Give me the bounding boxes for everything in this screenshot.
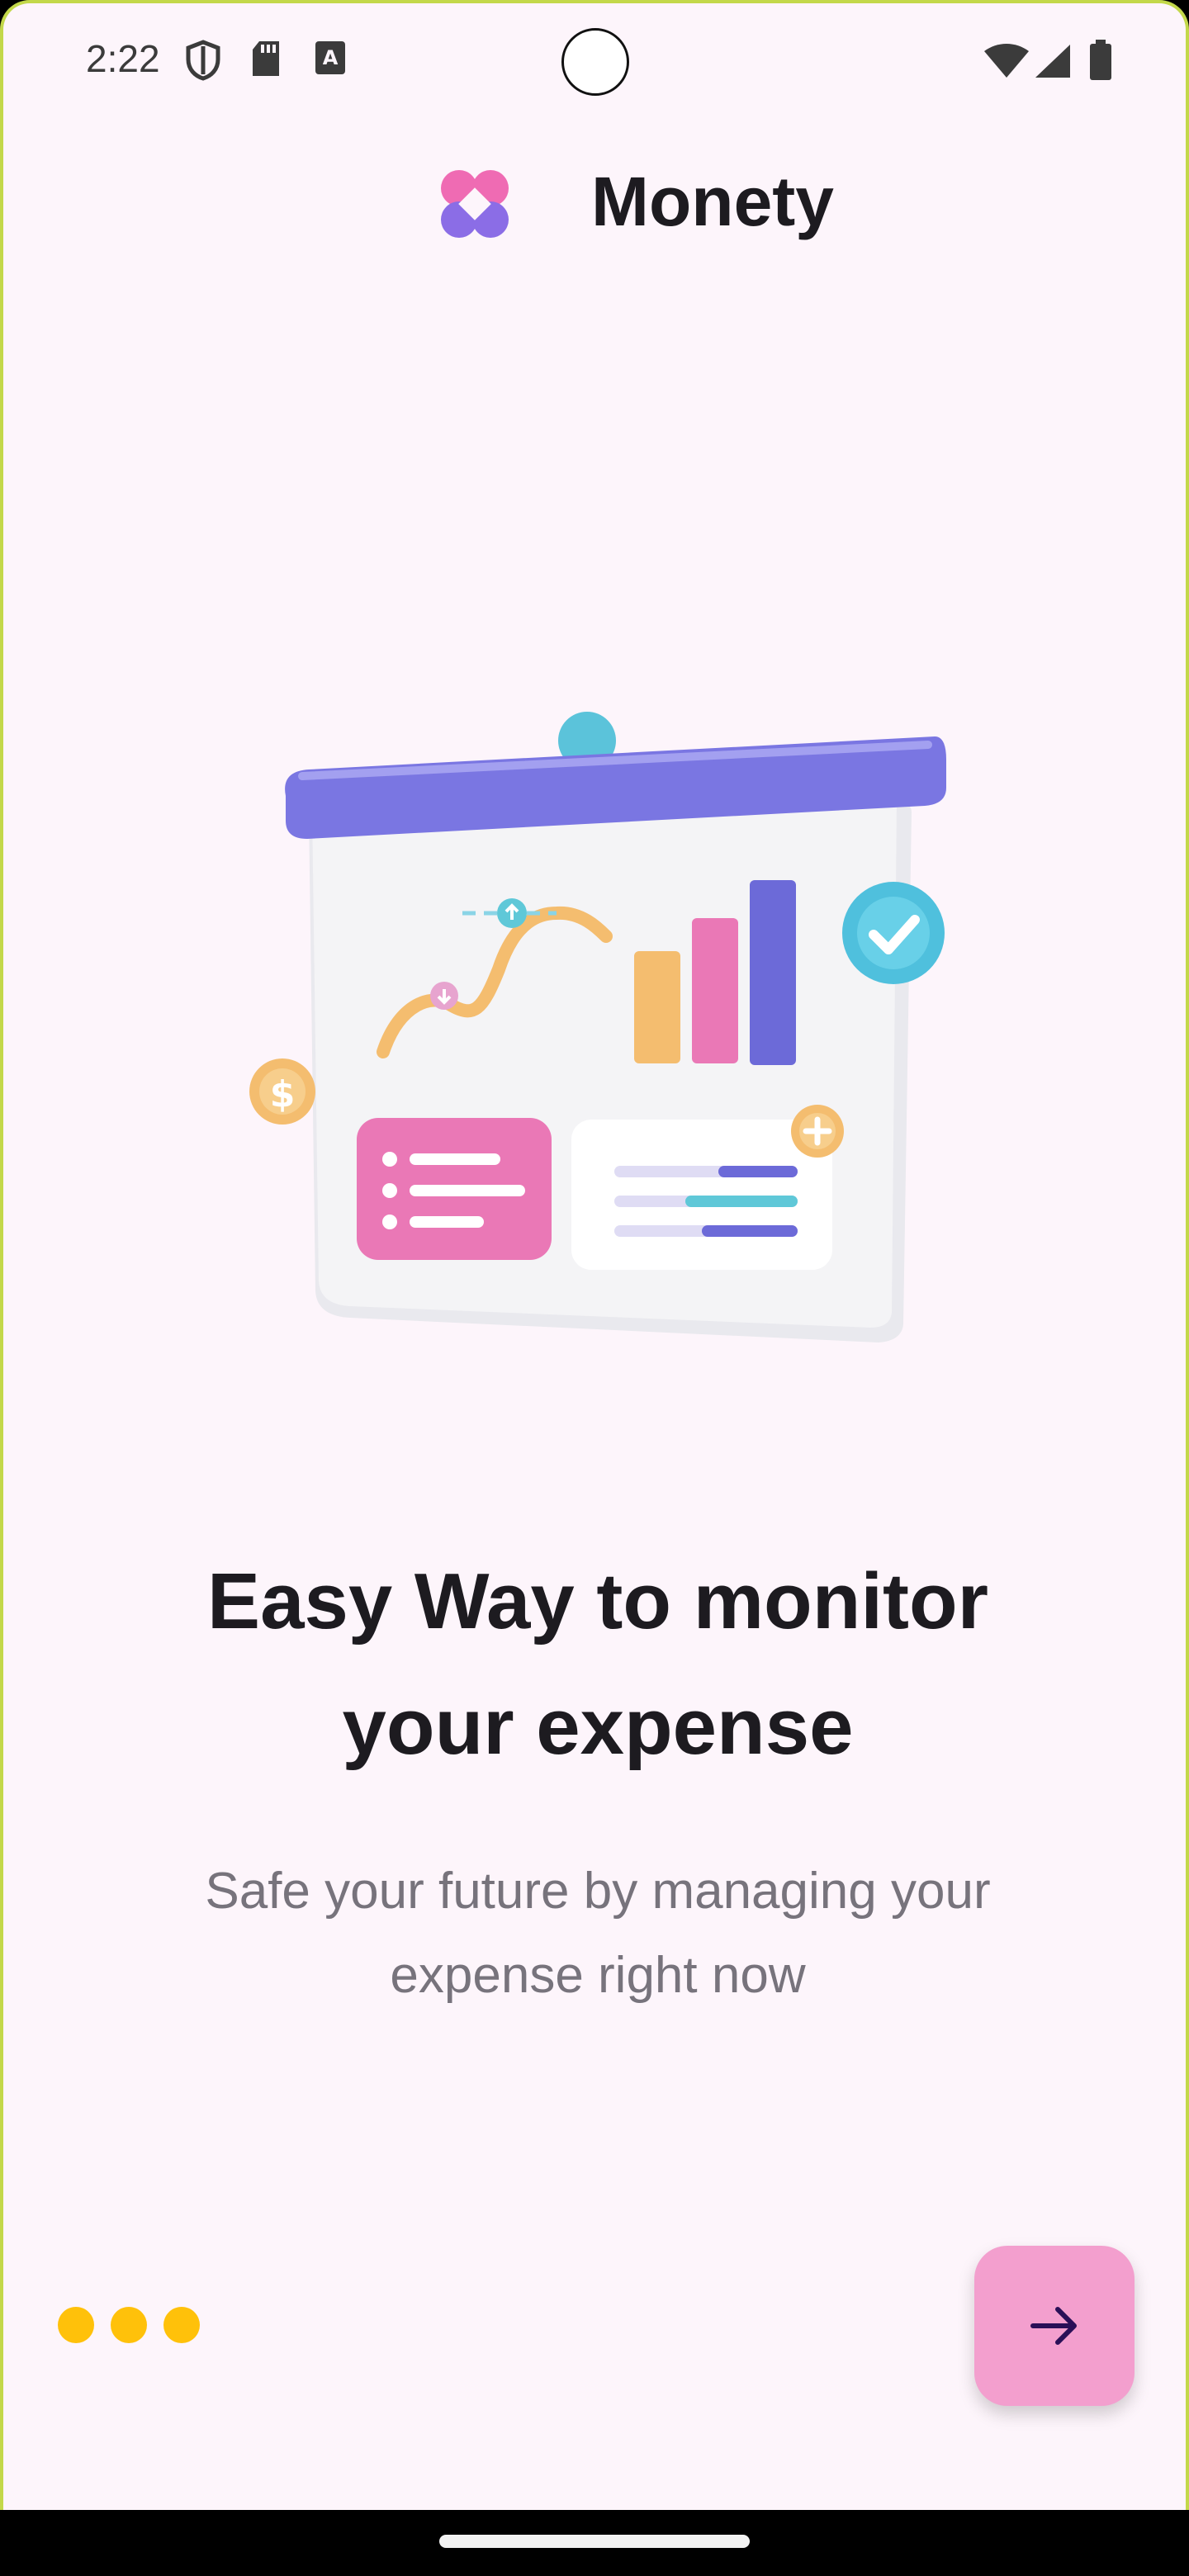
onboarding-screen: 2:22 A Monety $ Easy Way to monitor your… — [0, 0, 1189, 2510]
next-button[interactable] — [974, 2246, 1135, 2406]
headline-line-2: your expense — [342, 1683, 854, 1771]
subtitle-line-2: expense right now — [390, 1947, 806, 2004]
shield-icon — [186, 40, 220, 81]
svg-text:$: $ — [270, 1073, 296, 1115]
monety-logo-icon — [441, 170, 509, 238]
font-a-icon: A — [315, 41, 345, 74]
page-indicator — [58, 2307, 216, 2346]
camera-cutout — [561, 28, 629, 96]
home-indicator[interactable] — [439, 2535, 750, 2548]
navigation-bar — [0, 2510, 1189, 2576]
arrow-right-icon — [1030, 2307, 1077, 2345]
subtitle-line-1: Safe your future by managing your — [205, 1863, 991, 1920]
status-bar: 2:22 A — [3, 3, 1186, 119]
status-time: 2:22 — [86, 37, 160, 80]
wifi-icon — [984, 44, 1029, 78]
app-title: Monety — [591, 163, 834, 240]
sd-card-icon — [253, 41, 279, 76]
app-header: Monety — [3, 152, 1186, 251]
presentation-board-illustration: $ — [249, 712, 947, 1342]
svg-text:A: A — [323, 46, 339, 69]
onboarding-headline: Easy Way to monitor your expense — [102, 1539, 1093, 1790]
headline-line-1: Easy Way to monitor — [207, 1557, 988, 1646]
page-dot — [163, 2307, 200, 2343]
onboarding-subtitle: Safe your future by managing your expens… — [119, 1849, 1077, 2018]
page-dot — [58, 2307, 94, 2343]
page-dot — [111, 2307, 147, 2343]
signal-icon — [1035, 45, 1070, 78]
battery-icon — [1090, 40, 1111, 80]
